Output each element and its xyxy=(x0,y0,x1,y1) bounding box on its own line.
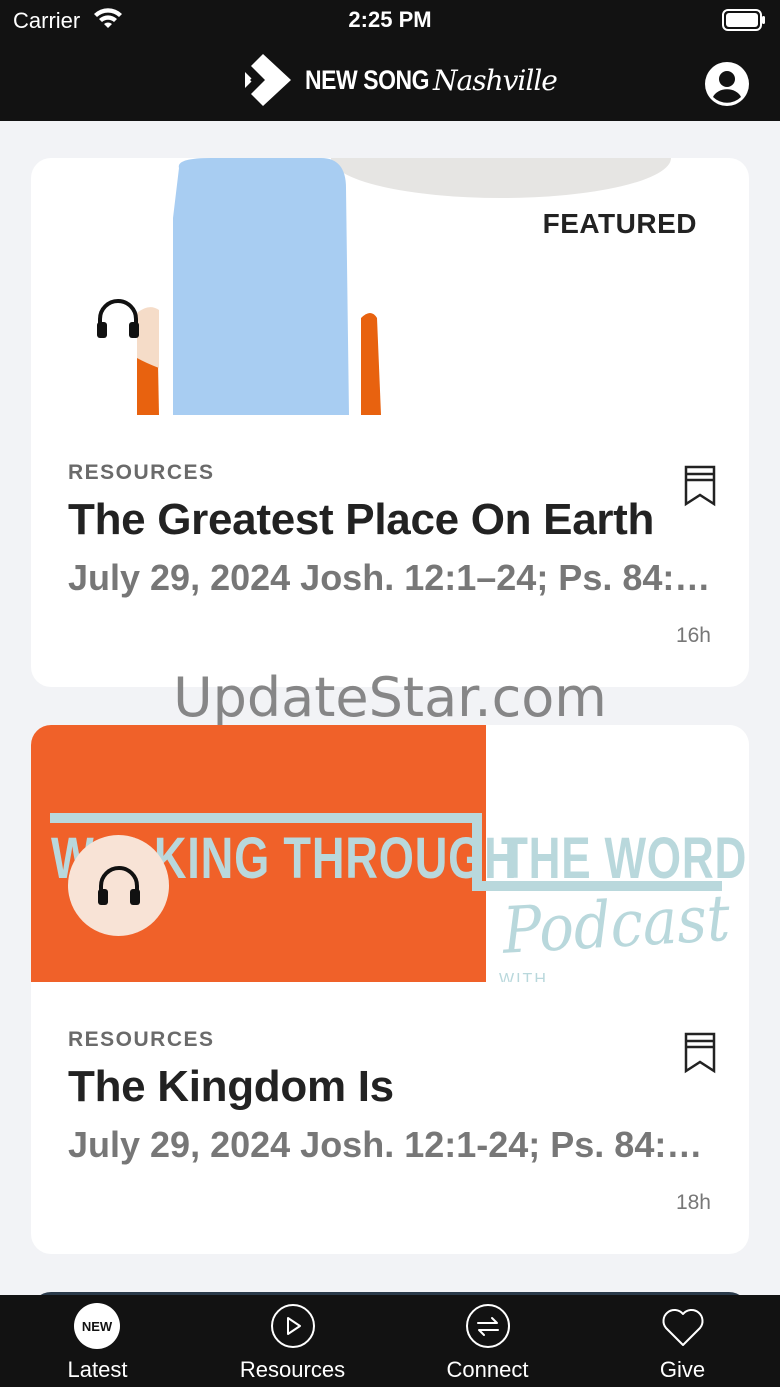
tab-label: Resources xyxy=(239,1357,346,1382)
headphones-icon xyxy=(97,865,140,905)
tab-latest[interactable]: NEW Latest xyxy=(0,1295,195,1387)
battery-icon xyxy=(722,9,765,31)
card-artwork: WALKING THROUGH THE WORD Podcast WITH xyxy=(31,725,749,982)
card-timestamp: 16h xyxy=(675,624,711,647)
podcast-card[interactable]: WALKING THROUGH THE WORD Podcast WITH RE… xyxy=(31,725,749,1254)
play-circle-icon xyxy=(271,1304,315,1348)
card-title: The Greatest Place On Earth xyxy=(68,495,655,544)
profile-icon[interactable] xyxy=(704,61,750,107)
status-bar: Carrier 2:25 PM xyxy=(0,0,780,40)
card-category: RESOURCES xyxy=(68,1028,215,1051)
art-with: WITH xyxy=(499,971,548,982)
new-badge-icon: NEW xyxy=(74,1303,120,1349)
logo-script: Nashville xyxy=(433,63,558,97)
tab-give[interactable]: Give xyxy=(585,1295,780,1387)
logo-chevron-icon xyxy=(245,54,291,106)
tab-resources[interactable]: Resources xyxy=(195,1295,390,1387)
featured-card[interactable]: FEATURED RESOURCES The Greatest Place On… xyxy=(31,158,749,687)
bookmark-icon[interactable] xyxy=(683,1031,717,1075)
app-header: NEW SONG Nashville xyxy=(0,40,780,121)
card-timestamp: 18h xyxy=(675,1191,711,1214)
swap-arrows-icon xyxy=(466,1304,510,1348)
card-category: RESOURCES xyxy=(68,461,215,484)
status-time: 2:25 PM xyxy=(348,7,432,32)
card-subtitle: July 29, 2024 Josh. 12:1-24; Ps. 84:1-12 xyxy=(68,1124,714,1165)
headphones-icon xyxy=(97,299,139,338)
headphones-badge xyxy=(68,835,169,936)
tab-connect[interactable]: Connect xyxy=(390,1295,585,1387)
logo-text: NEW SONG xyxy=(305,64,430,95)
art-line xyxy=(50,813,480,823)
watermark: UpdateStar.com xyxy=(173,666,607,729)
featured-badge: FEATURED xyxy=(542,208,697,239)
tab-bar: NEW Latest Resources Connect Give xyxy=(0,1295,780,1387)
tab-label: Connect xyxy=(446,1357,529,1382)
card-title: The Kingdom Is xyxy=(68,1062,394,1111)
heart-icon xyxy=(662,1309,704,1346)
bookmark-icon[interactable] xyxy=(683,464,717,508)
tab-label: Latest xyxy=(67,1357,128,1382)
art-script: Podcast xyxy=(501,881,732,969)
card-subtitle: July 29, 2024 Josh. 12:1–24; Ps. 84:1–12 xyxy=(68,557,714,598)
card-artwork: FEATURED xyxy=(31,158,749,415)
app-logo: NEW SONG Nashville xyxy=(243,52,558,108)
tab-label: Give xyxy=(659,1357,706,1382)
